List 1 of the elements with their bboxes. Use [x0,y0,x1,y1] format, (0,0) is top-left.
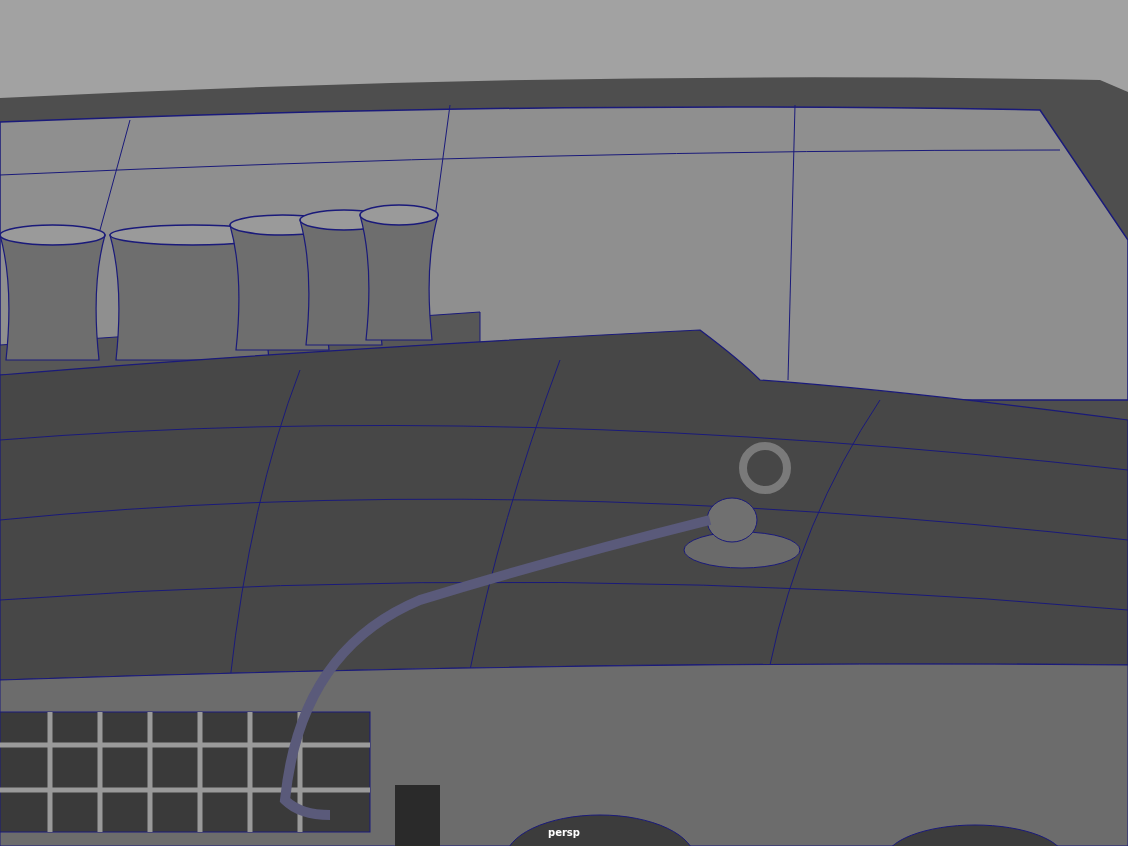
camera-label: persp [548,827,580,838]
